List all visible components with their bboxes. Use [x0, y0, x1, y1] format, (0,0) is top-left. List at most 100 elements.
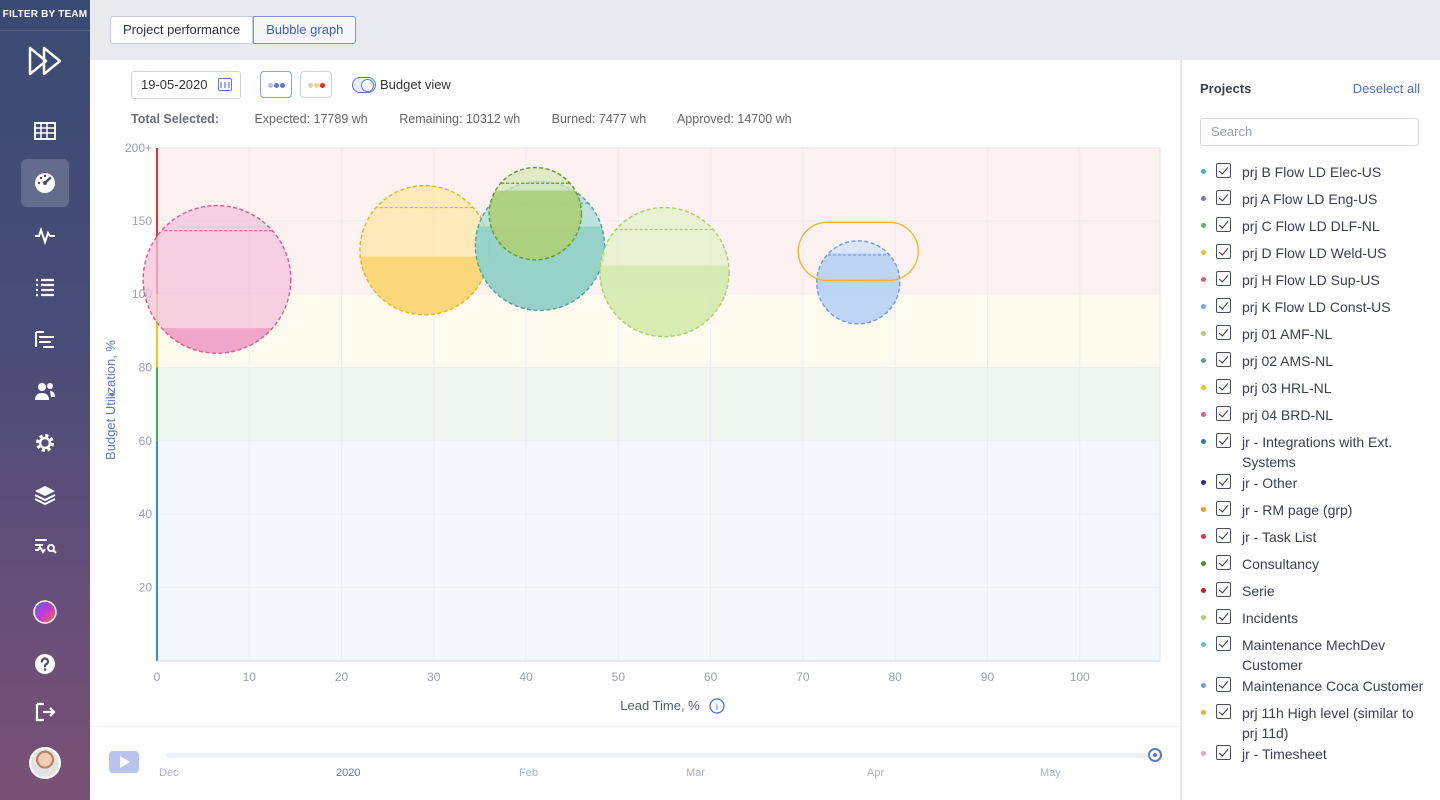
month-label: Dec	[159, 767, 179, 779]
project-checkbox[interactable]	[1216, 271, 1231, 286]
calendar-icon[interactable]	[218, 78, 232, 91]
month-label: Apr	[867, 767, 885, 779]
project-checkbox[interactable]	[1216, 636, 1231, 651]
logout-icon[interactable]	[21, 688, 69, 736]
project-label: Maintenance Coca Customer	[1242, 678, 1424, 694]
project-checkbox[interactable]	[1216, 609, 1231, 624]
projects-list: prj B Flow LD Elec-US prj A Flow LD Eng-U…	[1200, 161, 1430, 770]
project-checkbox[interactable]	[1216, 379, 1231, 394]
users-icon[interactable]	[21, 367, 69, 415]
project-color-dot	[1201, 480, 1206, 485]
month-label: Mar	[686, 767, 705, 779]
layers-icon[interactable]	[21, 471, 69, 519]
project-item[interactable]: prj D Flow LD Weld-US	[1200, 242, 1430, 269]
timeline-track[interactable]	[166, 753, 1156, 758]
logo-icon[interactable]	[26, 44, 66, 78]
x-tick-label: 90	[981, 670, 995, 684]
project-color-dot	[1201, 169, 1206, 174]
search-input[interactable]: Search	[1200, 118, 1419, 146]
activity-icon[interactable]	[21, 211, 69, 259]
help-icon[interactable]	[21, 640, 69, 688]
project-item[interactable]: Incidents	[1200, 607, 1430, 634]
project-color-dot	[1201, 507, 1206, 512]
project-item[interactable]: Maintenance Coca Customer	[1200, 675, 1430, 702]
project-checkbox[interactable]	[1216, 582, 1231, 597]
project-label: prj A Flow LD Eng-US	[1242, 191, 1378, 207]
project-item[interactable]: jr - Timesheet	[1200, 743, 1430, 770]
project-checkbox[interactable]	[1216, 677, 1231, 692]
project-item[interactable]: prj 03 HRL-NL	[1200, 377, 1430, 404]
color-wheel-icon[interactable]	[21, 588, 69, 636]
bubble-mode-button[interactable]	[260, 71, 292, 98]
project-checkbox[interactable]	[1216, 163, 1231, 178]
project-item[interactable]: Consultancy	[1200, 553, 1430, 580]
x-tick-label: 100	[1070, 670, 1090, 684]
dashboard-icon[interactable]	[21, 159, 69, 207]
zone-under	[157, 440, 1160, 661]
list-icon[interactable]	[21, 263, 69, 311]
filter-by-team-button[interactable]: FILTER BY TEAM	[0, 0, 90, 31]
project-label: jr - Timesheet	[1242, 746, 1327, 762]
project-item[interactable]: prj A Flow LD Eng-US	[1200, 188, 1430, 215]
project-item[interactable]: jr - Task List	[1200, 526, 1430, 553]
table-icon[interactable]	[21, 107, 69, 155]
project-checkbox[interactable]	[1216, 704, 1231, 719]
project-item[interactable]: prj B Flow LD Elec-US	[1200, 161, 1430, 188]
project-color-dot	[1201, 412, 1206, 417]
project-checkbox[interactable]	[1216, 528, 1231, 543]
timeline: Dec 2020 Feb Mar Apr May	[90, 726, 1180, 800]
budget-view-label: Budget view	[380, 77, 451, 92]
project-checkbox[interactable]	[1216, 406, 1231, 421]
tasks-icon[interactable]	[21, 315, 69, 363]
project-label: prj D Flow LD Weld-US	[1242, 245, 1387, 261]
project-checkbox[interactable]	[1216, 325, 1231, 340]
project-item[interactable]: Maintenance MechDev Customer	[1200, 634, 1430, 675]
deselect-all-link[interactable]: Deselect all	[1353, 81, 1420, 96]
settings-icon[interactable]	[21, 419, 69, 467]
x-tick-label: 50	[612, 670, 626, 684]
project-item[interactable]: prj K Flow LD Const-US	[1200, 296, 1430, 323]
project-color-dot	[1201, 588, 1206, 593]
date-picker[interactable]: 19-05-2020	[131, 71, 241, 99]
project-checkbox[interactable]	[1216, 352, 1231, 367]
project-checkbox[interactable]	[1216, 745, 1231, 760]
project-label: prj 03 HRL-NL	[1242, 380, 1332, 396]
project-item[interactable]: prj 04 BRD-NL	[1200, 404, 1430, 431]
project-color-dot	[1201, 642, 1206, 647]
project-checkbox[interactable]	[1216, 217, 1231, 232]
tab-project-performance[interactable]: Project performance	[110, 16, 254, 44]
burned-value: Burned: 7477 wh	[551, 112, 647, 126]
project-item[interactable]: prj 11h High level (similar to prj 11d)	[1200, 702, 1430, 743]
avatar[interactable]	[29, 747, 61, 779]
budget-view-toggle[interactable]	[352, 77, 376, 93]
project-checkbox[interactable]	[1216, 433, 1231, 448]
view-tabs: Project performance Bubble graph	[110, 16, 357, 44]
search-analytics-icon[interactable]	[21, 523, 69, 571]
project-color-dot	[1201, 710, 1206, 715]
expected-value: Expected: 17789 wh	[254, 112, 368, 126]
project-item[interactable]: jr - Other	[1200, 472, 1430, 499]
project-checkbox[interactable]	[1216, 244, 1231, 259]
project-item[interactable]: jr - Integrations with Ext. Systems	[1200, 431, 1430, 472]
project-item[interactable]: prj C Flow LD DLF-NL	[1200, 215, 1430, 242]
y-tick-label: 40	[139, 507, 153, 521]
play-button[interactable]	[109, 751, 139, 773]
project-item[interactable]: prj 01 AMF-NL	[1200, 323, 1430, 350]
project-checkbox[interactable]	[1216, 190, 1231, 205]
project-checkbox[interactable]	[1216, 501, 1231, 516]
project-item[interactable]: prj H Flow LD Sup-US	[1200, 269, 1430, 296]
project-checkbox[interactable]	[1216, 298, 1231, 313]
y-tick-label: 150	[132, 214, 152, 228]
project-checkbox[interactable]	[1216, 474, 1231, 489]
project-color-dot	[1201, 223, 1206, 228]
y-tick-label: 60	[139, 434, 153, 448]
project-item[interactable]: prj 02 AMS-NL	[1200, 350, 1430, 377]
bubble-chart: 20406080100150200+0 10 20 30 40 50 60 70 80 90 100…	[103, 141, 1161, 714]
remaining-value: Remaining: 10312 wh	[399, 112, 521, 126]
tab-bubble-graph[interactable]: Bubble graph	[253, 16, 357, 44]
status-mode-button[interactable]	[300, 71, 332, 98]
timeline-handle[interactable]	[1148, 748, 1162, 762]
project-checkbox[interactable]	[1216, 555, 1231, 570]
project-item[interactable]: Serie	[1200, 580, 1430, 607]
project-item[interactable]: jr - RM page (grp)	[1200, 499, 1430, 526]
